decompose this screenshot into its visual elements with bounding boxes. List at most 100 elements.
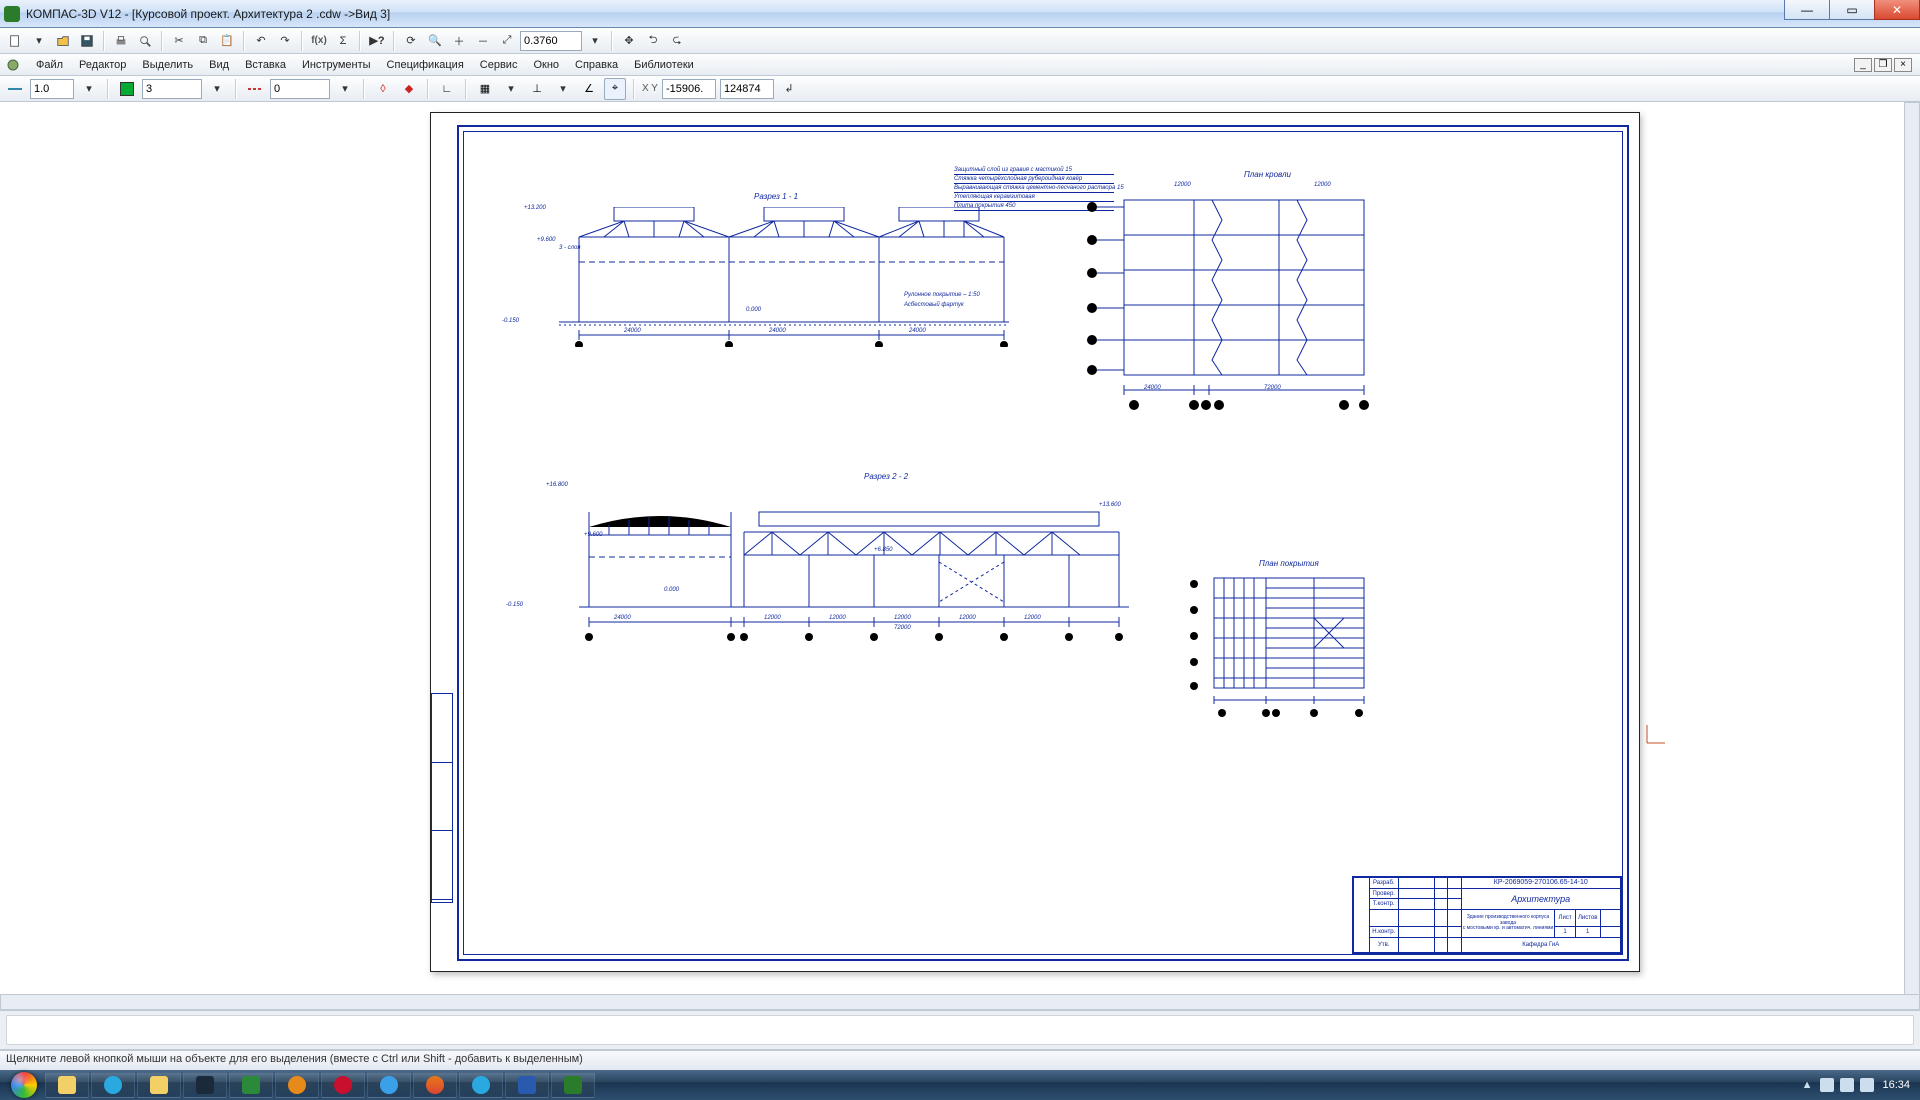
scrollbar-horizontal[interactable] [0,994,1920,1010]
mdi-close[interactable]: × [1894,58,1912,72]
layer-dropdown[interactable]: ▾ [206,78,228,100]
coord-icon[interactable]: ⌖ [604,78,626,100]
fx-button[interactable]: f(x) [308,30,330,52]
coord-x-input[interactable] [662,79,716,99]
help-arrow-button[interactable]: ▶? [366,30,388,52]
undo-button[interactable]: ↶ [250,30,272,52]
maximize-button[interactable]: ▭ [1829,0,1875,20]
zoom-window-button[interactable]: 🔍 [424,30,446,52]
elev-0: 0.000 [746,307,761,313]
binding-strip [431,693,453,903]
app-menu-icon[interactable] [4,56,22,74]
save-button[interactable] [76,30,98,52]
mdi-minimize[interactable]: _ [1854,58,1872,72]
task-firefox[interactable] [413,1072,457,1098]
print-button[interactable] [110,30,132,52]
task-opera[interactable] [321,1072,365,1098]
task-app-m[interactable] [229,1072,273,1098]
ortho-icon[interactable]: ∟ [436,78,458,100]
style-toggle[interactable] [4,78,26,100]
pan-button[interactable]: ✥ [618,30,640,52]
coord-y-input[interactable] [720,79,774,99]
task-explorer[interactable] [45,1072,89,1098]
offset-dropdown[interactable]: ▾ [334,78,356,100]
tb-row-tcontr: Т.контр. [1369,899,1398,910]
snap-mid-icon[interactable]: ◆ [398,78,420,100]
snap-endpoint-icon[interactable]: ◊ [372,78,394,100]
task-ie[interactable] [367,1072,411,1098]
roof-dim-12000b: 12000 [1314,182,1331,188]
task-folder[interactable] [137,1072,181,1098]
tray-clock[interactable]: 16:34 [1882,1079,1910,1091]
close-button[interactable]: ✕ [1874,0,1920,20]
tb-sheets-label: Листов [1575,910,1600,927]
menu-libraries[interactable]: Библиотеки [626,57,702,73]
grid-dropdown[interactable]: ▾ [500,78,522,100]
menu-tools[interactable]: Инструменты [294,57,379,73]
property-panel-inner[interactable] [6,1015,1914,1045]
cut-button[interactable]: ✂ [168,30,190,52]
perp-icon[interactable]: ⊥ [526,78,548,100]
scrollbar-vertical[interactable] [1904,102,1920,1010]
new-dropdown[interactable]: ▾ [28,30,50,52]
layer-input[interactable] [142,79,202,99]
preview-button[interactable] [134,30,156,52]
task-skype-2[interactable] [459,1072,503,1098]
coord-xy-label: X Y [642,83,658,94]
task-steam[interactable] [183,1072,227,1098]
tray-lang-icon[interactable] [1860,1078,1874,1092]
lineweight-dropdown[interactable]: ▾ [78,78,100,100]
zoom-dropdown[interactable]: ▾ [584,30,606,52]
dim2-12000d: 12000 [959,615,976,621]
zoom-fit-button[interactable]: ⤢ [496,30,518,52]
perp-dropdown[interactable]: ▾ [552,78,574,100]
section2-drawing [519,487,1139,647]
roof-plan-title: План кровли [1244,170,1291,179]
tb-line1: Здание производственного корпуса завода [1467,914,1550,926]
drawing-canvas[interactable]: Разрез 1 - 1 Защитный слой из гравия с м… [0,102,1920,1010]
copy-button[interactable]: ⧉ [192,30,214,52]
paste-button[interactable]: 📋 [216,30,238,52]
menu-edit[interactable]: Редактор [71,57,134,73]
menu-help[interactable]: Справка [567,57,626,73]
roof-dim-72000: 72000 [1264,385,1281,391]
layer-swatch[interactable] [116,78,138,100]
lineweight-input[interactable] [30,79,74,99]
properties-toolbar: ▾ ▾ ▾ ◊ ◆ ∟ ▦ ▾ ⊥ ▾ ∠ ⌖ X Y ↲ [0,76,1920,102]
redo-button[interactable]: ↷ [274,30,296,52]
task-app-a[interactable] [275,1072,319,1098]
menu-insert[interactable]: Вставка [237,57,294,73]
zoom-out-button[interactable]: － [472,30,494,52]
minimize-button[interactable]: — [1784,0,1830,20]
menu-service[interactable]: Сервис [472,57,526,73]
zoom-prev-button[interactable]: ⮌ [642,30,664,52]
task-skype[interactable] [91,1072,135,1098]
zoom-in-button[interactable]: ＋ [448,30,470,52]
vars-button[interactable]: Σ [332,30,354,52]
coord-apply[interactable]: ↲ [778,78,800,100]
mdi-restore[interactable]: ❐ [1874,58,1892,72]
refresh-button[interactable]: ⟳ [400,30,422,52]
statusbar: Щелкните левой кнопкой мыши на объекте д… [0,1050,1920,1070]
tray-network-icon[interactable] [1820,1078,1834,1092]
menu-file[interactable]: Файл [28,57,71,73]
tray-volume-icon[interactable] [1840,1078,1854,1092]
zoom-input[interactable] [520,31,582,51]
task-kompas[interactable] [551,1072,595,1098]
menu-spec[interactable]: Спецификация [379,57,472,73]
menu-view[interactable]: Вид [201,57,237,73]
task-word[interactable] [505,1072,549,1098]
note-1: Стяжка четырёхслойная рубероидная ковёр [954,176,1114,184]
linetype-icon[interactable] [244,78,266,100]
zoom-next-button[interactable]: ⮎ [666,30,688,52]
angle-icon[interactable]: ∠ [578,78,600,100]
open-button[interactable] [52,30,74,52]
start-button[interactable] [4,1071,44,1099]
offset-input[interactable] [270,79,330,99]
tb-row-ncontr: Н.контр. [1369,927,1398,938]
new-button[interactable] [4,30,26,52]
menu-select[interactable]: Выделить [134,57,201,73]
menu-window[interactable]: Окно [525,57,567,73]
grid-icon[interactable]: ▦ [474,78,496,100]
tray-show-hidden-icon[interactable]: ▲ [1802,1079,1813,1091]
